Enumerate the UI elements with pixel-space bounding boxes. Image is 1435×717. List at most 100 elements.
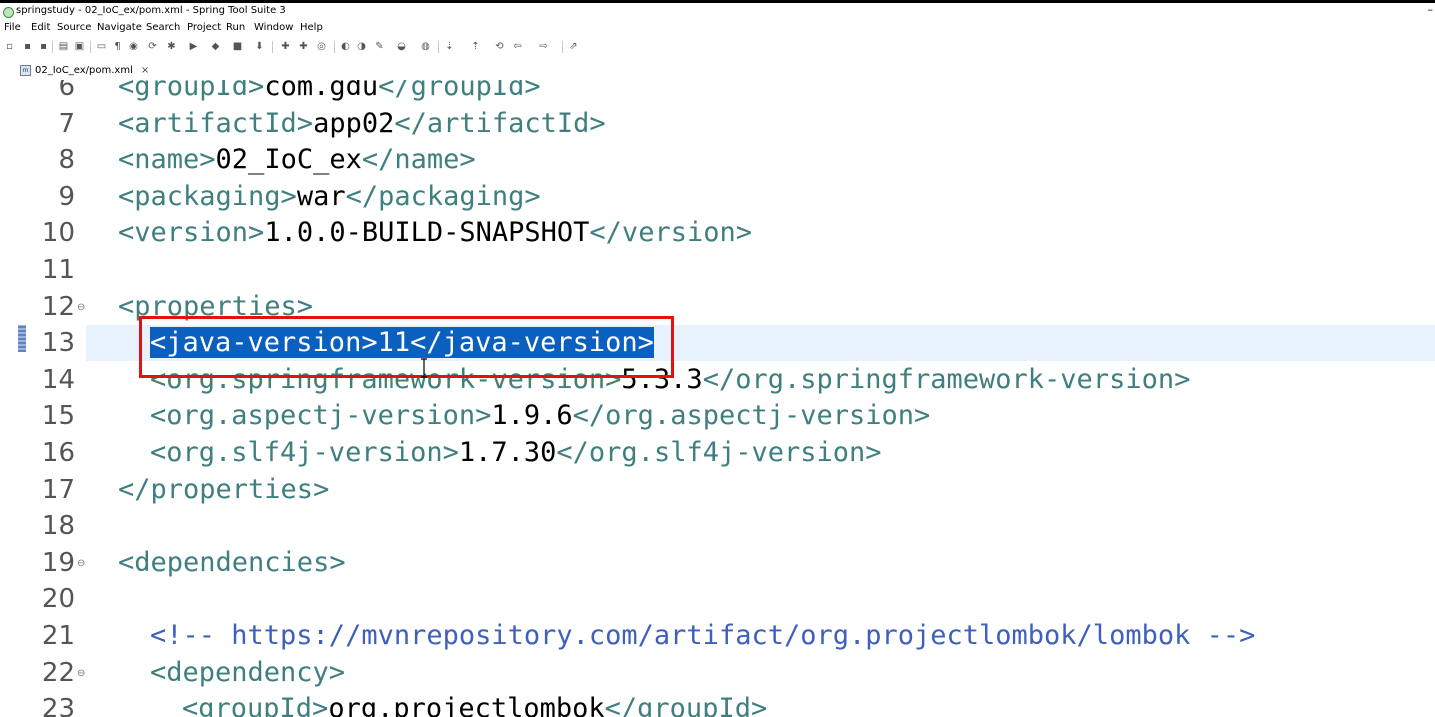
fold-toggle-icon[interactable]: ⊖ <box>77 668 85 679</box>
forward-icon[interactable]: ⇨ <box>538 41 549 52</box>
line-number: 7 <box>58 108 75 139</box>
code-line[interactable]: <!-- https://mvnrepository.com/artifact/… <box>150 618 1255 654</box>
xml-value: com.gdu <box>264 80 379 102</box>
refresh-icon[interactable]: ⟳ <box>147 41 158 52</box>
line-number: 6 <box>58 80 75 102</box>
line-number: 18 <box>41 511 75 542</box>
line-number: 20 <box>41 584 75 615</box>
xml-tag: </artifactId> <box>394 107 606 139</box>
xml-tag: <groupId> <box>118 80 265 102</box>
new-icon[interactable]: ▫ <box>4 41 15 52</box>
back-icon[interactable]: ⇦ <box>512 41 523 52</box>
code-line[interactable]: <org.aspectj-version>1.9.6</org.aspectj-… <box>150 398 930 434</box>
toolbar-separator <box>90 41 91 53</box>
code-line[interactable]: <artifactId>app02</artifactId> <box>118 106 606 142</box>
new-class-icon[interactable]: ◎ <box>316 41 327 52</box>
console-icon[interactable]: ▭ <box>96 41 107 52</box>
save-icon[interactable]: ▪ <box>22 41 33 52</box>
menu-edit[interactable]: Edit <box>31 22 50 33</box>
run-icon[interactable]: ▶ <box>188 41 199 52</box>
xml-tag: </version> <box>589 217 752 249</box>
xml-tag: <dependencies> <box>118 546 346 578</box>
code-line[interactable]: <version>1.0.0-BUILD-SNAPSHOT</version> <box>118 215 752 251</box>
code-line[interactable]: <groupId>org.projectlombok</groupId> <box>182 691 767 717</box>
menu-window[interactable]: Window <box>254 22 293 33</box>
code-line[interactable]: </properties> <box>118 472 329 508</box>
window-title: springstudy - 02_IoC_ex/pom.xml - Spring… <box>16 5 286 16</box>
debug-icon[interactable]: ✱ <box>166 41 177 52</box>
code-line[interactable]: <dependency> <box>150 655 345 691</box>
menu-navigate[interactable]: Navigate <box>97 22 142 33</box>
line-number: 16 <box>41 438 75 468</box>
new-package-icon[interactable]: ✚ <box>298 41 309 52</box>
minimize-button[interactable]: – <box>1428 3 1434 16</box>
xml-tag: <org.aspectj-version> <box>150 400 492 432</box>
menu-run[interactable]: Run <box>226 22 245 33</box>
text-cursor-icon <box>421 358 427 378</box>
open-resource-icon[interactable]: ◒ <box>396 41 407 52</box>
menu-bar: File Edit Source Navigate Search Project… <box>0 20 1435 37</box>
xml-tag: </name> <box>361 144 476 176</box>
xml-tag: </packaging> <box>345 180 541 212</box>
xml-tag: <groupId> <box>182 693 329 717</box>
line-number: 22 <box>41 657 75 688</box>
run-external-icon[interactable]: ◆ <box>210 41 221 52</box>
previous-annotation-icon[interactable]: ⇡ <box>470 41 481 52</box>
toolbar-separator <box>272 41 273 53</box>
code-line[interactable]: <name>02_IoC_ex</name> <box>118 142 476 178</box>
line-number: 13 <box>41 328 75 359</box>
title-bar: springstudy - 02_IoC_ex/pom.xml - Spring… <box>0 3 1435 20</box>
xml-tag: </properties> <box>118 473 330 505</box>
menu-search[interactable]: Search <box>146 22 180 33</box>
toolbar-separator <box>438 41 439 53</box>
stop-icon[interactable]: ■ <box>232 41 243 52</box>
toggle-mark-icon[interactable]: ◉ <box>128 41 139 52</box>
line-number: 8 <box>58 145 75 176</box>
toolbar-separator <box>562 41 563 53</box>
terminal-icon[interactable]: ▣ <box>74 41 85 52</box>
editor-tab-pom[interactable]: m 02_IoC_ex/pom.xml × <box>20 63 149 78</box>
xml-tag: <dependency> <box>150 656 346 688</box>
highlight-box <box>139 316 674 378</box>
xml-file-icon: m <box>20 65 31 76</box>
new-java-project-icon[interactable]: ✚ <box>280 41 291 52</box>
toolbar-separator <box>52 41 53 53</box>
search-icon[interactable]: ✎ <box>374 41 385 52</box>
open-type-icon[interactable]: ◐ <box>340 41 351 52</box>
xml-tag: <version> <box>118 217 265 249</box>
xml-tag: <artifactId> <box>118 107 314 139</box>
code-editor[interactable]: 6 <groupId>com.gdu</groupId> 7 <artifactId>… <box>0 80 1435 717</box>
line-number: 15 <box>41 401 75 432</box>
toolbar-separator <box>334 41 335 53</box>
menu-help[interactable]: Help <box>300 22 323 33</box>
code-line[interactable]: <groupId>com.gdu</groupId> <box>118 80 541 105</box>
line-number: 21 <box>41 621 75 651</box>
properties-icon[interactable]: ▤ <box>58 41 69 52</box>
code-line[interactable]: <packaging>war</packaging> <box>118 179 541 215</box>
menu-file[interactable]: File <box>4 22 21 33</box>
menu-project[interactable]: Project <box>187 22 221 33</box>
web-browser-icon[interactable]: ◍ <box>420 41 431 52</box>
show-whitespace-icon[interactable]: ¶ <box>112 41 123 52</box>
pin-editor-icon[interactable]: ⇗ <box>568 41 579 52</box>
save-all-icon[interactable]: ▪ <box>38 41 49 52</box>
xml-tag: </groupId> <box>604 693 768 717</box>
editor-tab-bar: m 02_IoC_ex/pom.xml × <box>0 60 1435 80</box>
code-comment: <!-- https://mvnrepository.com/artifact/… <box>150 620 1256 651</box>
line-number: 17 <box>41 474 75 505</box>
fold-toggle-icon[interactable]: ⊖ <box>77 558 85 569</box>
line-number: 14 <box>41 364 75 395</box>
last-edit-icon[interactable]: ⟲ <box>494 41 505 52</box>
line-number: 9 <box>58 181 75 212</box>
line-number: 11 <box>41 255 75 285</box>
tab-label: 02_IoC_ex/pom.xml <box>35 65 133 76</box>
open-task-icon[interactable]: ◑ <box>356 41 367 52</box>
close-icon[interactable]: × <box>141 65 149 76</box>
code-line[interactable]: <dependencies> <box>118 545 346 581</box>
deploy-icon[interactable]: ⬇ <box>254 41 265 52</box>
next-annotation-icon[interactable]: ⇣ <box>444 41 455 52</box>
fold-toggle-icon[interactable]: ⊖ <box>77 302 85 313</box>
code-line[interactable]: <org.slf4j-version>1.7.30</org.slf4j-ver… <box>150 435 882 471</box>
xml-value: war <box>296 180 346 212</box>
menu-source[interactable]: Source <box>57 22 91 33</box>
